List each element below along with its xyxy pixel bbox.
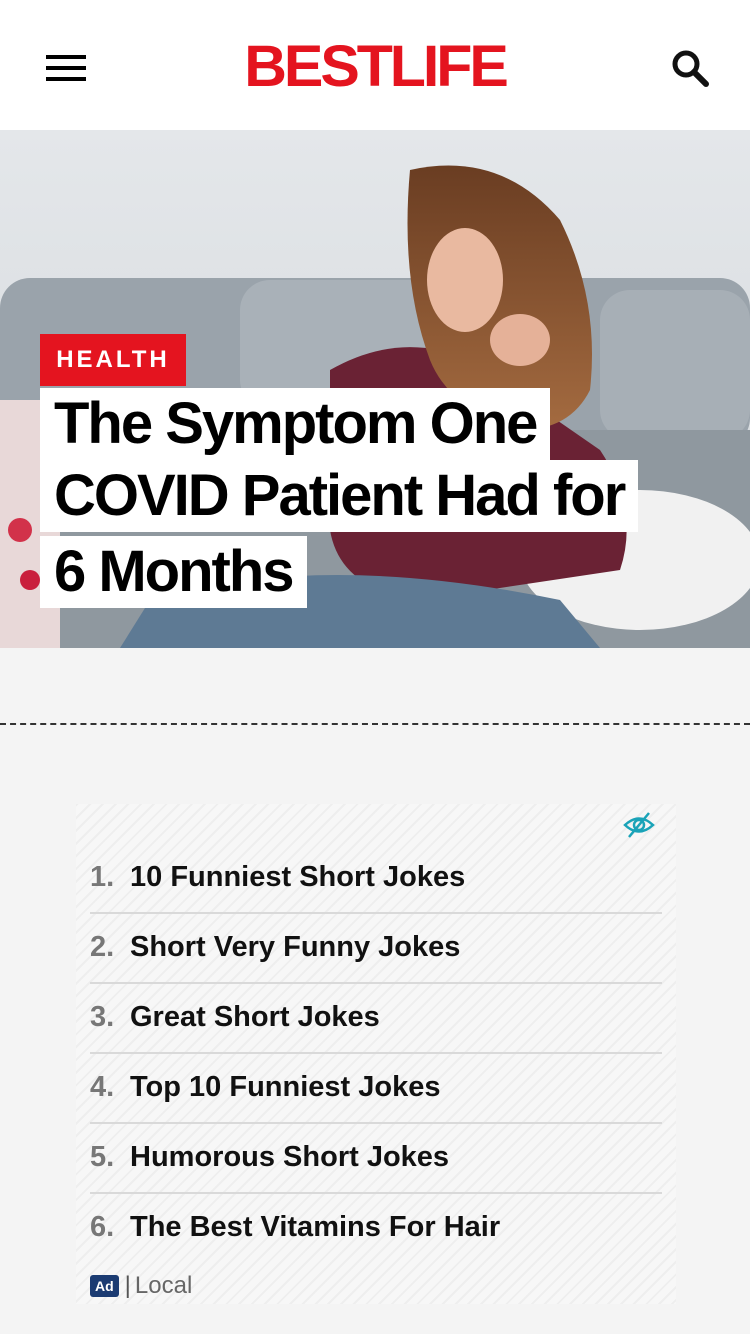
ad-link-number: 1.	[90, 861, 115, 893]
hero-article[interactable]: HEALTH The Symptom One COVID Patient Had…	[0, 130, 750, 648]
section-divider	[0, 723, 750, 725]
ad-link-2[interactable]: 2. Short Very Funny Jokes	[90, 912, 662, 984]
ad-link-label[interactable]: The Best Vitamins For Hair	[130, 1192, 500, 1262]
ad-link-1[interactable]: 1. 10 Funniest Short Jokes	[90, 842, 662, 914]
site-header: BESTLIFE	[0, 0, 750, 130]
eye-slash-icon[interactable]	[622, 808, 656, 842]
ad-link-label[interactable]: Humorous Short Jokes	[130, 1122, 449, 1192]
search-icon[interactable]	[670, 48, 712, 90]
category-badge[interactable]: HEALTH	[40, 334, 186, 386]
hamburger-menu-icon[interactable]	[46, 55, 86, 81]
ad-link-4[interactable]: 4. Top 10 Funniest Jokes	[90, 1052, 662, 1124]
headline-line-3[interactable]: 6 Months	[40, 536, 307, 608]
ad-link-label[interactable]: Great Short Jokes	[130, 982, 380, 1052]
ad-link-label[interactable]: Short Very Funny Jokes	[130, 912, 460, 982]
ad-link-number: 6.	[90, 1211, 115, 1243]
ad-link-number: 4.	[90, 1071, 115, 1103]
ad-separator: |	[124, 1272, 131, 1299]
ad-link-6[interactable]: 6. The Best Vitamins For Hair	[90, 1192, 662, 1262]
ad-link-label[interactable]: Top 10 Funniest Jokes	[130, 1052, 440, 1122]
ad-attribution: Ad | Local	[90, 1272, 192, 1299]
ad-tag-badge: Ad	[90, 1275, 119, 1297]
ad-link-label[interactable]: 10 Funniest Short Jokes	[130, 842, 465, 912]
ad-link-number: 5.	[90, 1141, 115, 1173]
ad-link-number: 3.	[90, 1001, 115, 1033]
ad-link-3[interactable]: 3. Great Short Jokes	[90, 982, 662, 1054]
ad-source-label: Local	[134, 1272, 193, 1299]
headline-line-1[interactable]: The Symptom One	[40, 388, 551, 460]
sponsored-links-ad: 1. 10 Funniest Short Jokes 2. Short Very…	[76, 804, 676, 1304]
headline-line-2[interactable]: COVID Patient Had for	[40, 460, 639, 532]
ad-link-5[interactable]: 5. Humorous Short Jokes	[90, 1122, 662, 1194]
ad-link-number: 2.	[90, 931, 115, 963]
site-logo[interactable]: BESTLIFE	[239, 36, 510, 98]
